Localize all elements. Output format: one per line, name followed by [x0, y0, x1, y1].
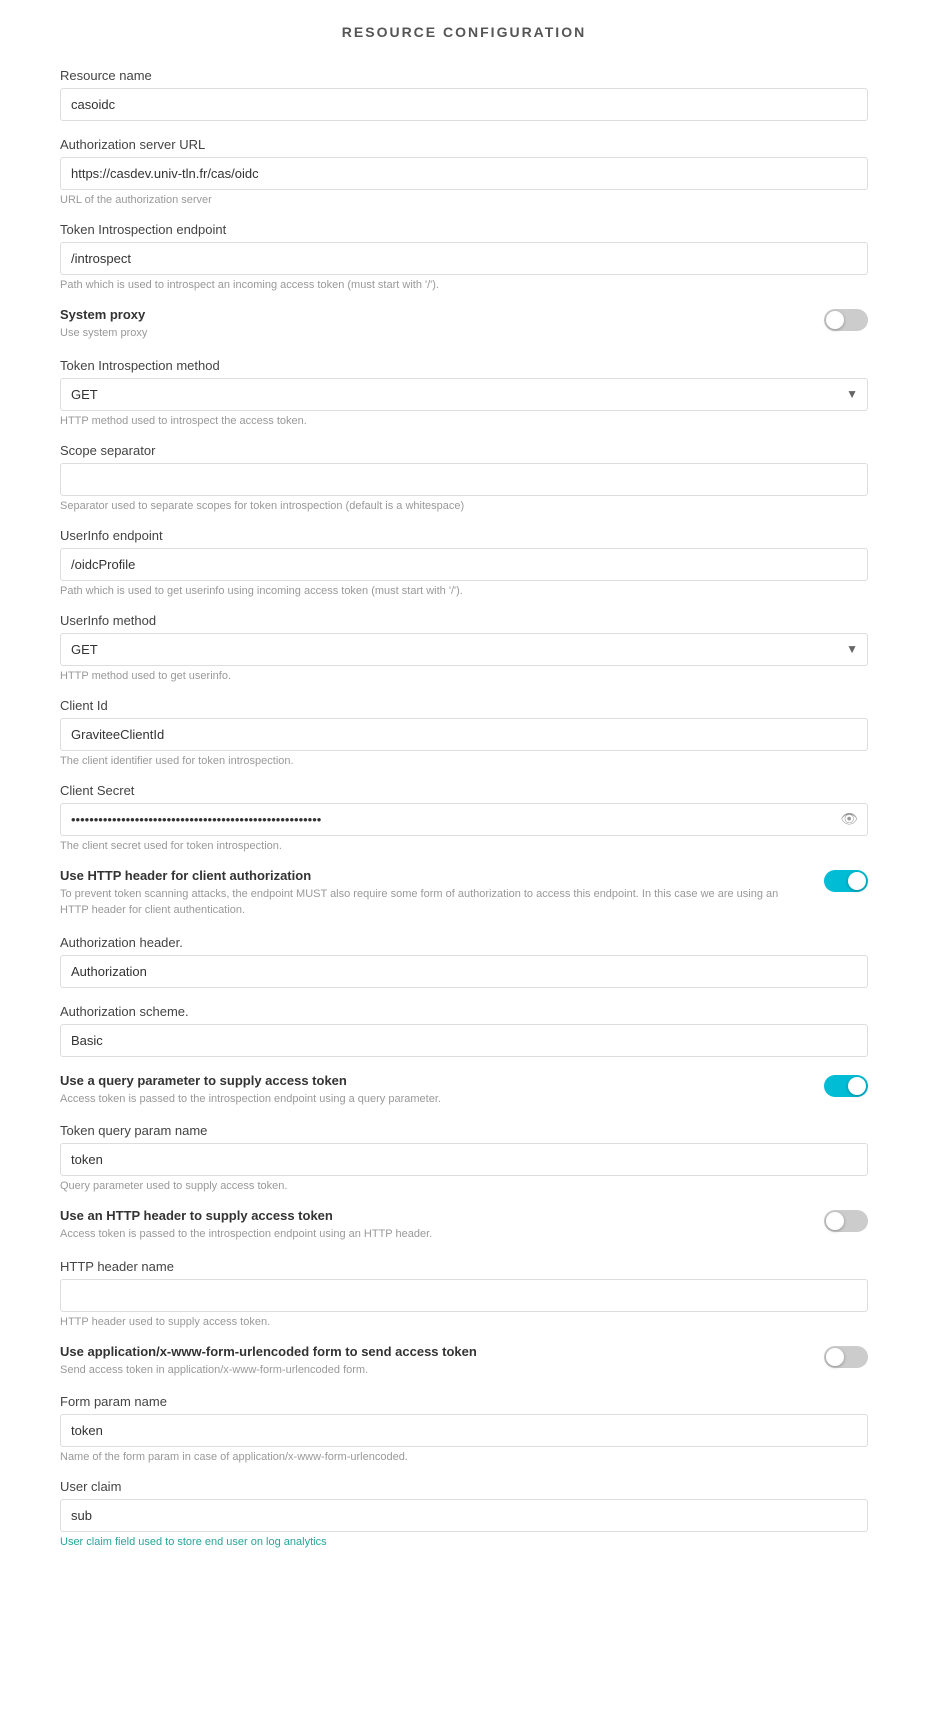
token-introspection-endpoint-hint: Path which is used to introspect an inco… [60, 279, 868, 291]
page-title: RESOURCE CONFIGURATION [60, 24, 868, 40]
token-introspection-method-hint: HTTP method used to introspect the acces… [60, 415, 868, 427]
page-container: RESOURCE CONFIGURATION Resource name Aut… [0, 0, 928, 1726]
use-http-header-supply-group: Use an HTTP header to supply access toke… [60, 1208, 868, 1243]
userinfo-method-hint: HTTP method used to get userinfo. [60, 670, 868, 682]
system-proxy-slider [824, 309, 868, 331]
use-http-header-supply-toggle[interactable] [824, 1210, 868, 1232]
use-query-param-toggle[interactable] [824, 1075, 868, 1097]
client-secret-label: Client Secret [60, 783, 868, 798]
use-form-urlencoded-description: Send access token in application/x-www-f… [60, 1362, 808, 1379]
use-http-header-label: Use HTTP header for client authorization [60, 868, 808, 883]
http-header-name-label: HTTP header name [60, 1259, 868, 1274]
token-introspection-method-wrapper: GET POST PUT DELETE ▼ [60, 378, 868, 411]
resource-name-input[interactable] [60, 88, 868, 121]
auth-scheme-input[interactable] [60, 1024, 868, 1057]
token-introspection-endpoint-input[interactable] [60, 242, 868, 275]
userinfo-endpoint-label: UserInfo endpoint [60, 528, 868, 543]
use-http-header-supply-slider [824, 1210, 868, 1232]
resource-name-label: Resource name [60, 68, 868, 83]
userinfo-method-group: UserInfo method GET POST PUT DELETE ▼ HT… [60, 613, 868, 682]
user-claim-label: User claim [60, 1479, 868, 1494]
form-param-name-group: Form param name Name of the form param i… [60, 1394, 868, 1463]
userinfo-endpoint-hint: Path which is used to get userinfo using… [60, 585, 868, 597]
use-query-param-description: Access token is passed to the introspect… [60, 1091, 808, 1108]
use-http-header-group: Use HTTP header for client authorization… [60, 868, 868, 919]
use-http-header-content: Use HTTP header for client authorization… [60, 868, 824, 919]
scope-separator-group: Scope separator Separator used to separa… [60, 443, 868, 512]
http-header-name-group: HTTP header name HTTP header used to sup… [60, 1259, 868, 1328]
userinfo-endpoint-group: UserInfo endpoint Path which is used to … [60, 528, 868, 597]
use-http-header-toggle[interactable] [824, 870, 868, 892]
use-query-param-slider [824, 1075, 868, 1097]
client-secret-hint: The client secret used for token introsp… [60, 840, 868, 852]
form-param-name-input[interactable] [60, 1414, 868, 1447]
auth-server-url-hint: URL of the authorization server [60, 194, 868, 206]
userinfo-endpoint-input[interactable] [60, 548, 868, 581]
token-query-param-group: Token query param name Query parameter u… [60, 1123, 868, 1192]
client-id-label: Client Id [60, 698, 868, 713]
use-query-param-label: Use a query parameter to supply access t… [60, 1073, 808, 1088]
token-introspection-endpoint-group: Token Introspection endpoint Path which … [60, 222, 868, 291]
use-form-urlencoded-slider [824, 1346, 868, 1368]
auth-scheme-label: Authorization scheme. [60, 1004, 868, 1019]
use-http-header-supply-description: Access token is passed to the introspect… [60, 1226, 808, 1243]
use-http-header-slider [824, 870, 868, 892]
use-query-param-group: Use a query parameter to supply access t… [60, 1073, 868, 1108]
client-secret-group: Client Secret 👁 The client secret used f… [60, 783, 868, 852]
form-param-name-label: Form param name [60, 1394, 868, 1409]
auth-header-input[interactable] [60, 955, 868, 988]
scope-separator-label: Scope separator [60, 443, 868, 458]
system-proxy-group: System proxy Use system proxy [60, 307, 868, 342]
eye-icon[interactable]: 👁 [840, 811, 858, 828]
scope-separator-hint: Separator used to separate scopes for to… [60, 500, 868, 512]
token-introspection-method-label: Token Introspection method [60, 358, 868, 373]
token-query-param-label: Token query param name [60, 1123, 868, 1138]
http-header-name-hint: HTTP header used to supply access token. [60, 1316, 868, 1328]
http-header-name-input[interactable] [60, 1279, 868, 1312]
use-form-urlencoded-group: Use application/x-www-form-urlencoded fo… [60, 1344, 868, 1379]
resource-name-group: Resource name [60, 68, 868, 121]
form-param-name-hint: Name of the form param in case of applic… [60, 1451, 868, 1463]
use-form-urlencoded-content: Use application/x-www-form-urlencoded fo… [60, 1344, 824, 1379]
client-id-input[interactable] [60, 718, 868, 751]
use-http-header-description: To prevent token scanning attacks, the e… [60, 886, 808, 919]
token-query-param-input[interactable] [60, 1143, 868, 1176]
use-form-urlencoded-label: Use application/x-www-form-urlencoded fo… [60, 1344, 808, 1359]
token-introspection-method-select[interactable]: GET POST PUT DELETE [60, 378, 868, 411]
token-introspection-endpoint-label: Token Introspection endpoint [60, 222, 868, 237]
client-secret-wrapper: 👁 [60, 803, 868, 836]
auth-scheme-group: Authorization scheme. [60, 1004, 868, 1057]
user-claim-group: User claim User claim field used to stor… [60, 1479, 868, 1548]
client-id-hint: The client identifier used for token int… [60, 755, 868, 767]
system-proxy-content: System proxy Use system proxy [60, 307, 824, 342]
token-introspection-method-group: Token Introspection method GET POST PUT … [60, 358, 868, 427]
system-proxy-toggle[interactable] [824, 309, 868, 331]
scope-separator-input[interactable] [60, 463, 868, 496]
system-proxy-label: System proxy [60, 307, 808, 322]
token-query-param-hint: Query parameter used to supply access to… [60, 1180, 868, 1192]
userinfo-method-select[interactable]: GET POST PUT DELETE [60, 633, 868, 666]
use-http-header-supply-content: Use an HTTP header to supply access toke… [60, 1208, 824, 1243]
auth-server-url-input[interactable] [60, 157, 868, 190]
userinfo-method-wrapper: GET POST PUT DELETE ▼ [60, 633, 868, 666]
auth-header-group: Authorization header. [60, 935, 868, 988]
client-secret-input[interactable] [60, 803, 868, 836]
auth-server-url-label: Authorization server URL [60, 137, 868, 152]
auth-server-url-group: Authorization server URL URL of the auth… [60, 137, 868, 206]
userinfo-method-label: UserInfo method [60, 613, 868, 628]
use-query-param-content: Use a query parameter to supply access t… [60, 1073, 824, 1108]
use-form-urlencoded-toggle[interactable] [824, 1346, 868, 1368]
client-id-group: Client Id The client identifier used for… [60, 698, 868, 767]
auth-header-label: Authorization header. [60, 935, 868, 950]
user-claim-hint: User claim field used to store end user … [60, 1536, 868, 1548]
system-proxy-description: Use system proxy [60, 325, 808, 342]
user-claim-input[interactable] [60, 1499, 868, 1532]
use-http-header-supply-label: Use an HTTP header to supply access toke… [60, 1208, 808, 1223]
